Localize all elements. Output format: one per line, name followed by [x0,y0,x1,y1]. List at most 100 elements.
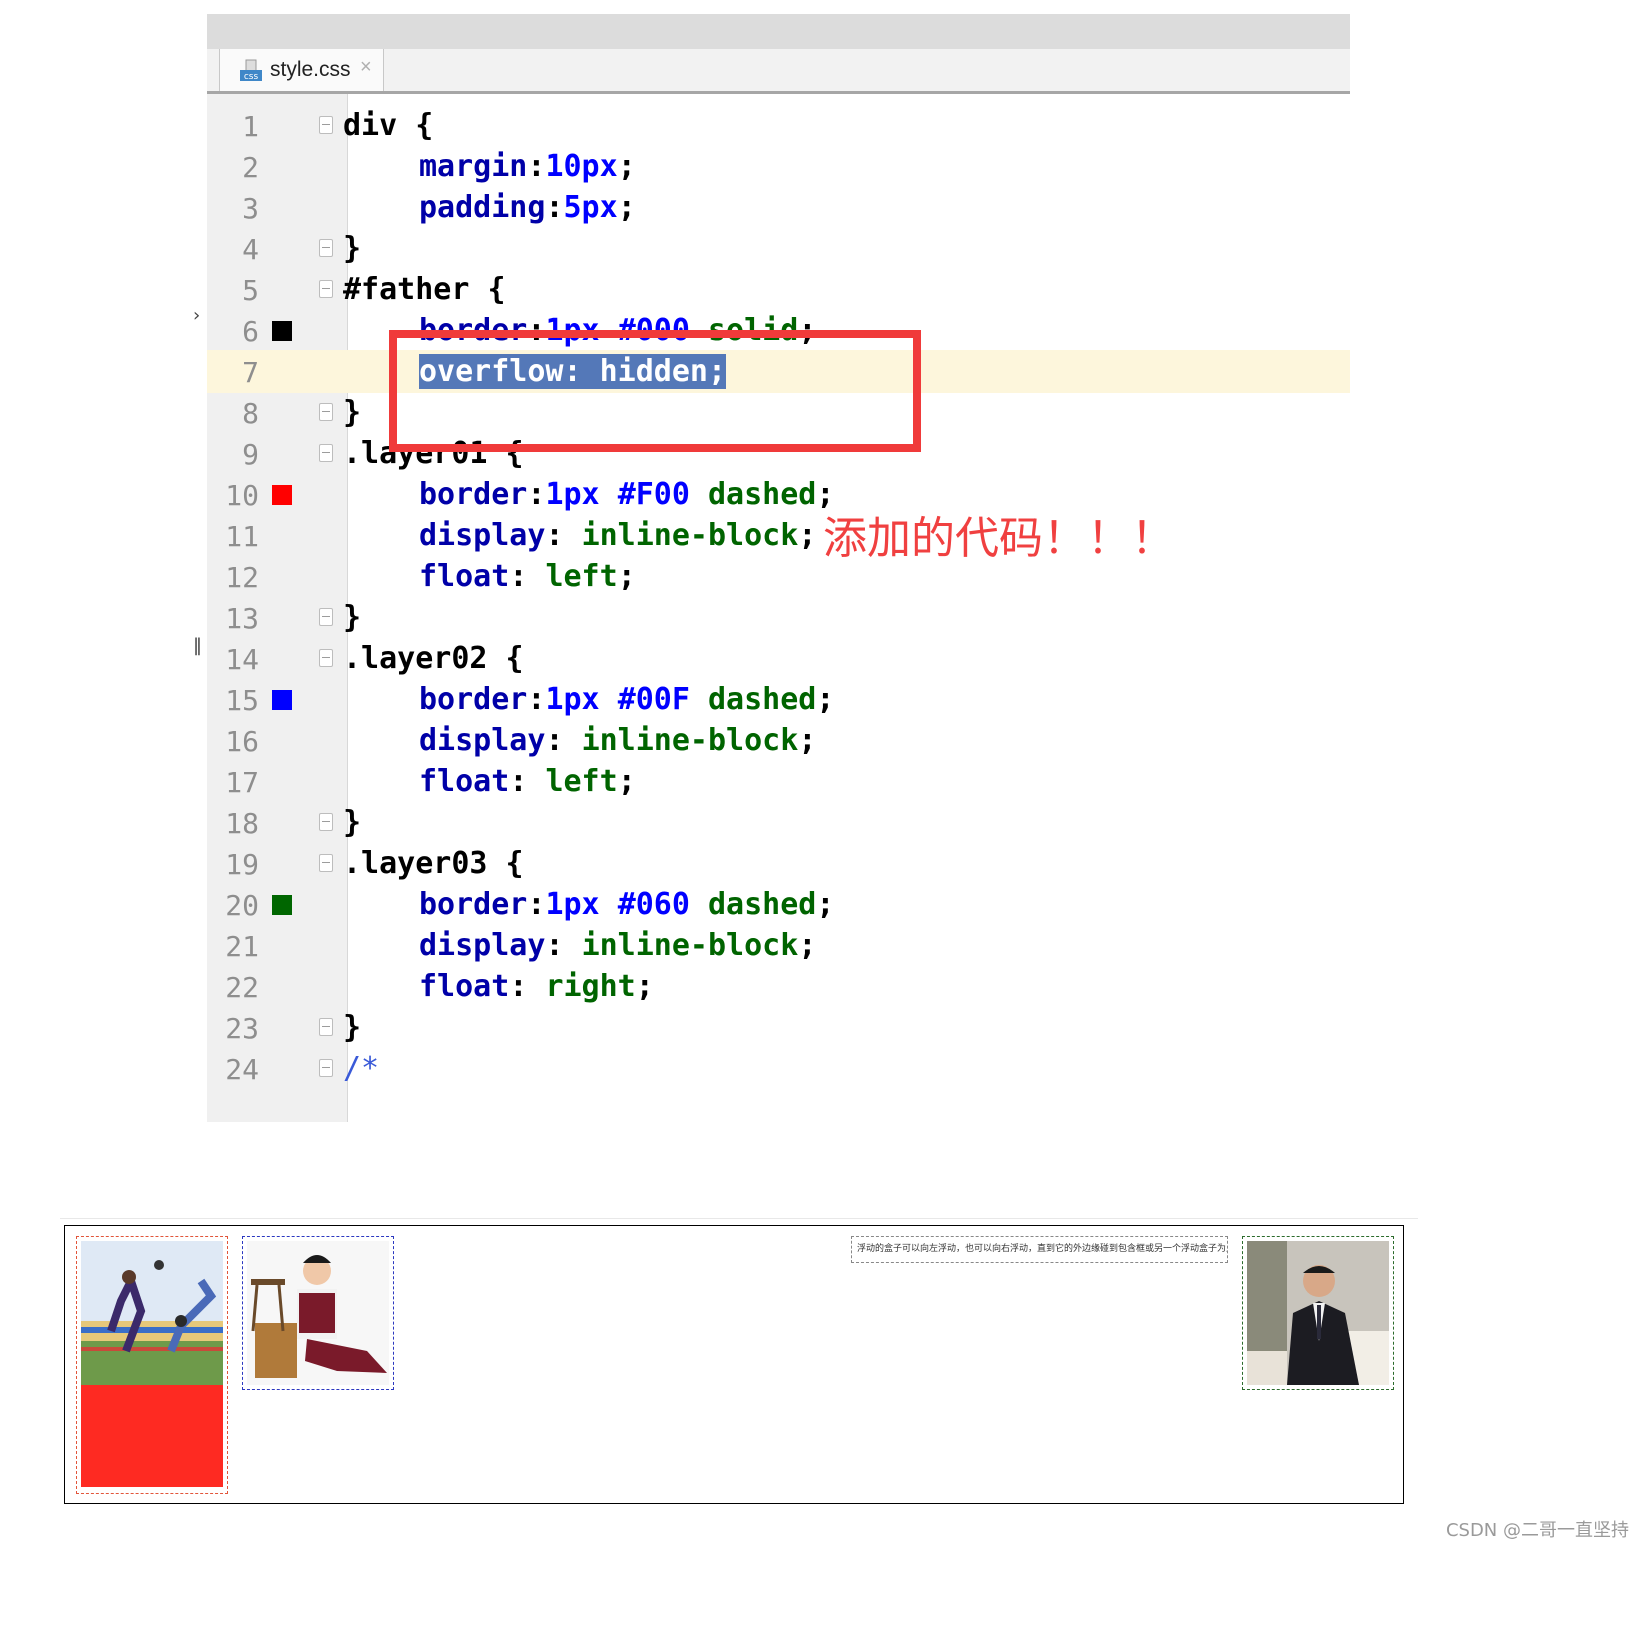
tab-style-css[interactable]: css style.css × [219,49,384,91]
line-number: 23 [225,1012,259,1045]
line-number: 21 [225,930,259,963]
colon: : [545,928,582,963]
css-property: float [419,764,510,799]
brace: } [343,395,362,430]
brace: } [343,600,362,635]
code-line[interactable]: 16 display: inline-block; [207,719,1350,762]
colon: : [509,764,546,799]
semicolon: ; [816,887,835,922]
fold-toggle-icon[interactable] [319,403,333,421]
line-number: 10 [225,479,259,512]
colon: : [527,682,546,717]
annotation-text: 添加的代码！！！ [823,513,1175,564]
colon: : [509,969,546,1004]
highlight-box [389,330,921,452]
colon: : [545,518,582,553]
brace: { [469,272,506,307]
code-line[interactable]: 23 } [207,1006,1350,1049]
colon: : [545,190,564,225]
line-number: 4 [242,233,259,266]
css-property: border [419,887,528,922]
line-number: 19 [225,848,259,881]
code-line[interactable]: 1 div { [207,104,1350,147]
fold-toggle-icon[interactable] [319,1018,333,1036]
code-line[interactable]: 10 border:1px #F00 dashed; [207,473,1350,516]
line-number: 15 [225,684,259,717]
code-line[interactable]: 13 } [207,596,1350,639]
color-swatch-green[interactable] [272,895,292,915]
color-swatch-black[interactable] [272,321,292,341]
line-number: 14 [225,643,259,676]
fold-toggle-icon[interactable] [319,813,333,831]
brace: } [343,231,362,266]
css-selector: .layer03 [343,846,488,881]
fold-toggle-icon[interactable] [319,444,333,462]
close-icon[interactable]: × [360,56,372,79]
colon: : [509,559,546,594]
code-line[interactable]: 19 .layer03 { [207,842,1350,885]
brace: { [487,846,524,881]
code-line[interactable]: 2 margin:10px; [207,145,1350,188]
code-line[interactable]: 20 border:1px #060 dashed; [207,883,1350,926]
code-line[interactable]: 12 float: left; [207,555,1350,598]
line-number: 9 [242,438,259,471]
tab-label: style.css [270,58,351,81]
css-color: #060 [617,887,690,922]
css-property: padding [419,190,546,225]
css-keyword: dashed [708,682,817,717]
code-editor[interactable]: 1 div { 2 margin:10px; 3 padding:5px; 4 … [207,94,1350,1122]
fold-toggle-icon[interactable] [319,1059,333,1077]
css-keyword: left [545,559,618,594]
code-line[interactable]: 14 .layer02 { [207,637,1350,680]
code-line[interactable]: 18 } [207,801,1350,844]
code-line[interactable]: 22 float: right; [207,965,1350,1008]
brace: { [487,641,524,676]
code-line[interactable]: 21 display: inline-block; [207,924,1350,967]
semicolon: ; [617,559,636,594]
css-property: border [419,682,528,717]
colon: : [527,477,546,512]
line-number: 1 [242,110,259,143]
line-number: 16 [225,725,259,758]
code-line[interactable]: 11 display: inline-block; [207,514,1350,557]
css-keyword: inline-block [581,928,799,963]
arrow-marker-icon: › [193,305,201,326]
preview-separator [60,1218,1418,1219]
code-line[interactable]: 5 #father { [207,268,1350,311]
css-property: display [419,518,546,553]
fold-toggle-icon[interactable] [319,280,333,298]
css-color: #00F [617,682,690,717]
css-property: display [419,723,546,758]
css-selector: #father [343,272,470,307]
css-color: #F00 [617,477,690,512]
code-line[interactable]: 15 border:1px #00F dashed; [207,678,1350,721]
css-property: display [419,928,546,963]
semicolon: ; [816,682,835,717]
layer02-box [242,1236,394,1390]
line-number: 6 [242,315,259,348]
css-value: 1px [545,477,600,512]
svg-text:css: css [244,72,259,82]
comment-start: /* [343,1051,380,1086]
code-line[interactable]: 3 padding:5px; [207,186,1350,229]
fold-toggle-icon[interactable] [319,608,333,626]
layer01-box [76,1236,228,1494]
css-property: float [419,559,510,594]
code-line[interactable]: 4 } [207,227,1350,270]
code-line[interactable]: 17 float: left; [207,760,1350,803]
css-keyword: left [545,764,618,799]
line-number: 2 [242,151,259,184]
color-swatch-red[interactable] [272,485,292,505]
fold-toggle-icon[interactable] [319,239,333,257]
fold-toggle-icon[interactable] [319,116,333,134]
line-number: 22 [225,971,259,1004]
code-line[interactable]: 24 /* [207,1047,1350,1090]
fold-toggle-icon[interactable] [319,649,333,667]
color-swatch-blue[interactable] [272,690,292,710]
line-number: 8 [242,397,259,430]
fold-toggle-icon[interactable] [319,854,333,872]
css-value: 5px [563,190,618,225]
